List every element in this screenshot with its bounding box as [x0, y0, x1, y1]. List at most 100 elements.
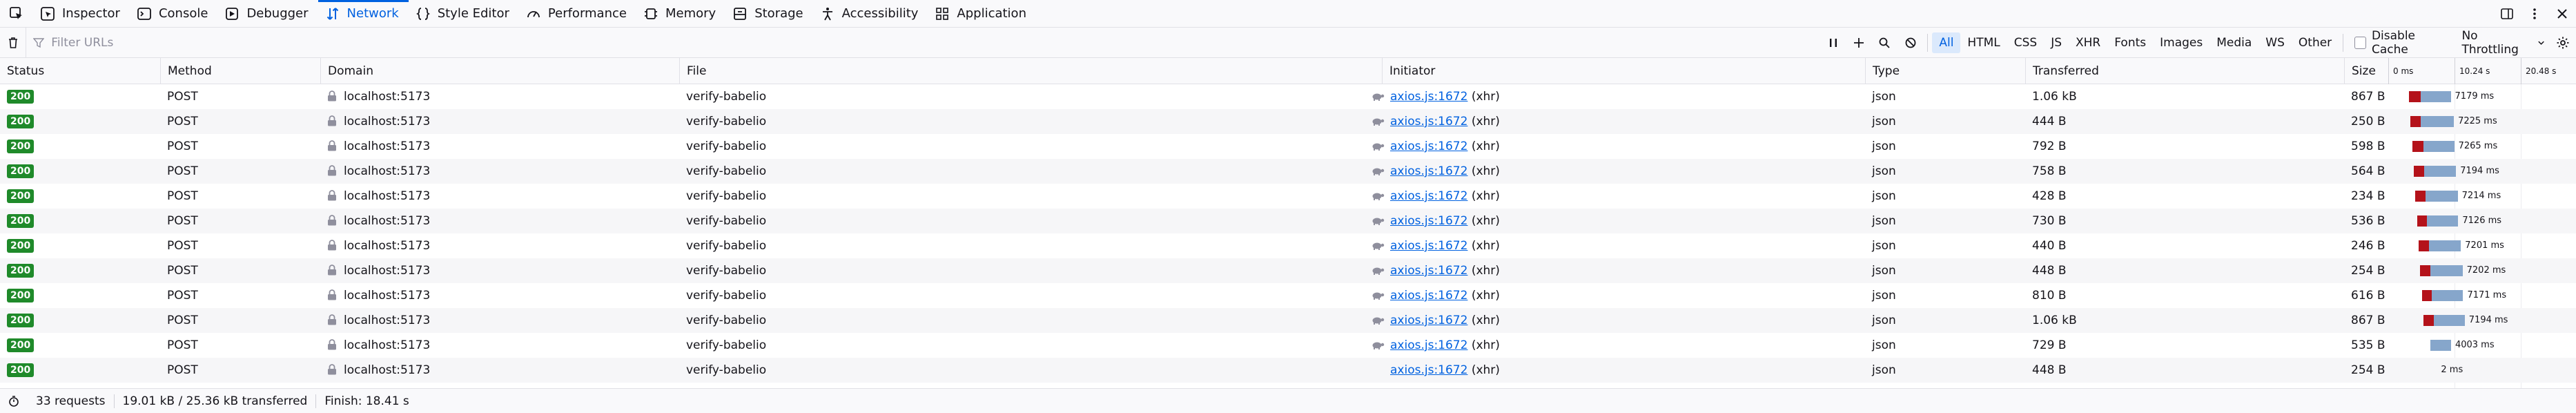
network-settings-button[interactable] [2550, 28, 2576, 58]
transferred-cell: 440 B [2032, 239, 2067, 253]
column-header-type[interactable]: Type [1865, 58, 2025, 84]
type-cell: json [1872, 189, 1896, 203]
table-row[interactable]: 200 POST localhost:5173 verify-babelio axios… [0, 109, 2576, 134]
application-icon [935, 6, 950, 21]
initiator-cell: axios.js:1672 (xhr) [1364, 209, 1865, 233]
filter-type-html[interactable]: HTML [1960, 32, 2007, 53]
type-cell: json [1872, 214, 1896, 228]
table-row[interactable]: 200 POST localhost:5173 verify-babelio axios… [0, 283, 2576, 308]
waterfall-waiting-bar [2430, 340, 2451, 351]
table-row[interactable]: 200 POST localhost:5173 verify-babelio axios… [0, 209, 2576, 233]
filter-type-images[interactable]: Images [2153, 32, 2209, 53]
initiator-link[interactable]: axios.js:1672 [1390, 115, 1467, 128]
column-header-initiator[interactable]: Initiator [1382, 58, 1865, 84]
status-cell: 200 [0, 184, 160, 209]
pause-recording-button[interactable] [1820, 28, 1846, 58]
clear-button[interactable] [0, 28, 26, 58]
tab-console[interactable]: Console [130, 0, 217, 28]
tab-performance[interactable]: Performance [519, 0, 636, 28]
checkbox-box[interactable] [2354, 36, 2366, 49]
filter-type-media[interactable]: Media [2209, 32, 2258, 53]
initiator-cause: (xhr) [1471, 189, 1500, 203]
dock-options-button[interactable] [2493, 0, 2521, 28]
waterfall-blocked-bar [2419, 240, 2429, 251]
tab-label: Storage [754, 6, 803, 21]
initiator-link[interactable]: axios.js:1672 [1390, 314, 1467, 327]
search-button[interactable] [1872, 28, 1897, 58]
domain-cell: localhost:5173 [320, 258, 679, 283]
new-request-button[interactable] [1846, 28, 1872, 58]
filter-type-other[interactable]: Other [2292, 32, 2339, 53]
tab-application[interactable]: Application [928, 0, 1036, 28]
filter-type-js[interactable]: JS [2044, 32, 2069, 53]
table-row[interactable]: 200 POST localhost:5173 verify-babelio axios… [0, 84, 2576, 109]
transferred-cell: 1.06 kB [2032, 90, 2077, 104]
transferred-cell: 810 B [2032, 289, 2067, 302]
column-header-size[interactable]: Size [2344, 58, 2388, 84]
table-row[interactable]: 200 POST localhost:5173 verify-babelio axios… [0, 184, 2576, 209]
column-header-transferred[interactable]: Transferred [2025, 58, 2344, 84]
tab-network[interactable]: Network [318, 0, 409, 28]
type-cell: json [1872, 314, 1896, 327]
close-icon [2557, 8, 2567, 19]
lock-icon [327, 359, 337, 375]
throttling-select[interactable]: No Throttling [2456, 29, 2550, 57]
initiator-link[interactable]: axios.js:1672 [1390, 189, 1467, 203]
column-header-status[interactable]: Status [0, 58, 160, 84]
element-picker-button[interactable] [0, 0, 33, 28]
tab-debugger[interactable]: Debugger [217, 0, 318, 28]
filter-type-xhr[interactable]: XHR [2069, 32, 2107, 53]
table-row[interactable]: 200 POST localhost:5173 verify-babelio axios… [0, 308, 2576, 333]
table-row[interactable]: 200 POST localhost:5173 verify-babelio axios… [0, 358, 2576, 383]
disable-cache-checkbox[interactable]: Disable Cache [2348, 29, 2456, 57]
type-cell: json [1872, 289, 1896, 302]
filter-type-css[interactable]: CSS [2007, 32, 2044, 53]
request-blocking-button[interactable] [1897, 28, 1923, 58]
initiator-link[interactable]: axios.js:1672 [1390, 214, 1467, 228]
filter-type-fonts[interactable]: Fonts [2107, 32, 2153, 53]
status-cell: 200 [0, 283, 160, 308]
table-row[interactable]: 200 POST localhost:5173 verify-babelio axios… [0, 333, 2576, 358]
waterfall-blocked-bar [2414, 166, 2424, 177]
filter-type-all[interactable]: All [1932, 32, 1961, 53]
chevron-down-icon [2537, 41, 2544, 45]
performance-analysis-button[interactable] [0, 395, 28, 407]
initiator-cell: axios.js:1672 (xhr) [1364, 283, 1865, 308]
column-header-method[interactable]: Method [160, 58, 320, 84]
table-row[interactable]: 200 POST localhost:5173 verify-babelio axios… [0, 233, 2576, 258]
table-row[interactable]: 200 POST localhost:5173 verify-babelio axios… [0, 134, 2576, 159]
filter-type-ws[interactable]: WS [2258, 32, 2292, 53]
initiator-link[interactable]: axios.js:1672 [1390, 90, 1467, 104]
filter-urls-field[interactable]: Filter URLs [26, 27, 1820, 58]
initiator-link[interactable]: axios.js:1672 [1390, 363, 1467, 377]
initiator-link[interactable]: axios.js:1672 [1390, 239, 1467, 253]
initiator-link[interactable]: axios.js:1672 [1390, 289, 1467, 302]
initiator-cell: axios.js:1672 (xhr) [1364, 109, 1865, 134]
status-cell: 200 [0, 209, 160, 233]
initiator-cell: axios.js:1672 (xhr) [1364, 159, 1865, 184]
lock-icon [327, 285, 337, 300]
domain-cell: localhost:5173 [320, 184, 679, 209]
table-row[interactable]: 200 POST localhost:5173 verify-babelio axios… [0, 258, 2576, 283]
domain-text: localhost:5173 [344, 214, 431, 228]
initiator-link[interactable]: axios.js:1672 [1390, 338, 1467, 352]
initiator-link[interactable]: axios.js:1672 [1390, 264, 1467, 278]
column-header-file[interactable]: File [679, 58, 1382, 84]
initiator-link[interactable]: axios.js:1672 [1390, 164, 1467, 178]
type-cell: json [1872, 90, 1896, 104]
tab-storage[interactable]: Storage [725, 0, 812, 28]
close-devtools-button[interactable] [2548, 0, 2576, 28]
initiator-cell: axios.js:1672 (xhr) [1364, 84, 1865, 109]
tab-style-editor[interactable]: Style Editor [409, 0, 519, 28]
column-header-domain[interactable]: Domain [320, 58, 679, 84]
table-row[interactable]: 200 POST localhost:5173 verify-babelio axios… [0, 159, 2576, 184]
waterfall-blocked-bar [2409, 91, 2421, 102]
initiator-link[interactable]: axios.js:1672 [1390, 140, 1467, 153]
tab-memory[interactable]: Memory [636, 0, 725, 28]
tab-accessibility[interactable]: Accessibility [813, 0, 928, 28]
initiator-cell: axios.js:1672 (xhr) [1364, 358, 1865, 383]
waterfall-timing-label: 7201 ms [2465, 240, 2504, 251]
more-options-button[interactable] [2521, 0, 2548, 28]
tab-inspector[interactable]: Inspector [33, 0, 130, 28]
domain-cell: localhost:5173 [320, 358, 679, 383]
